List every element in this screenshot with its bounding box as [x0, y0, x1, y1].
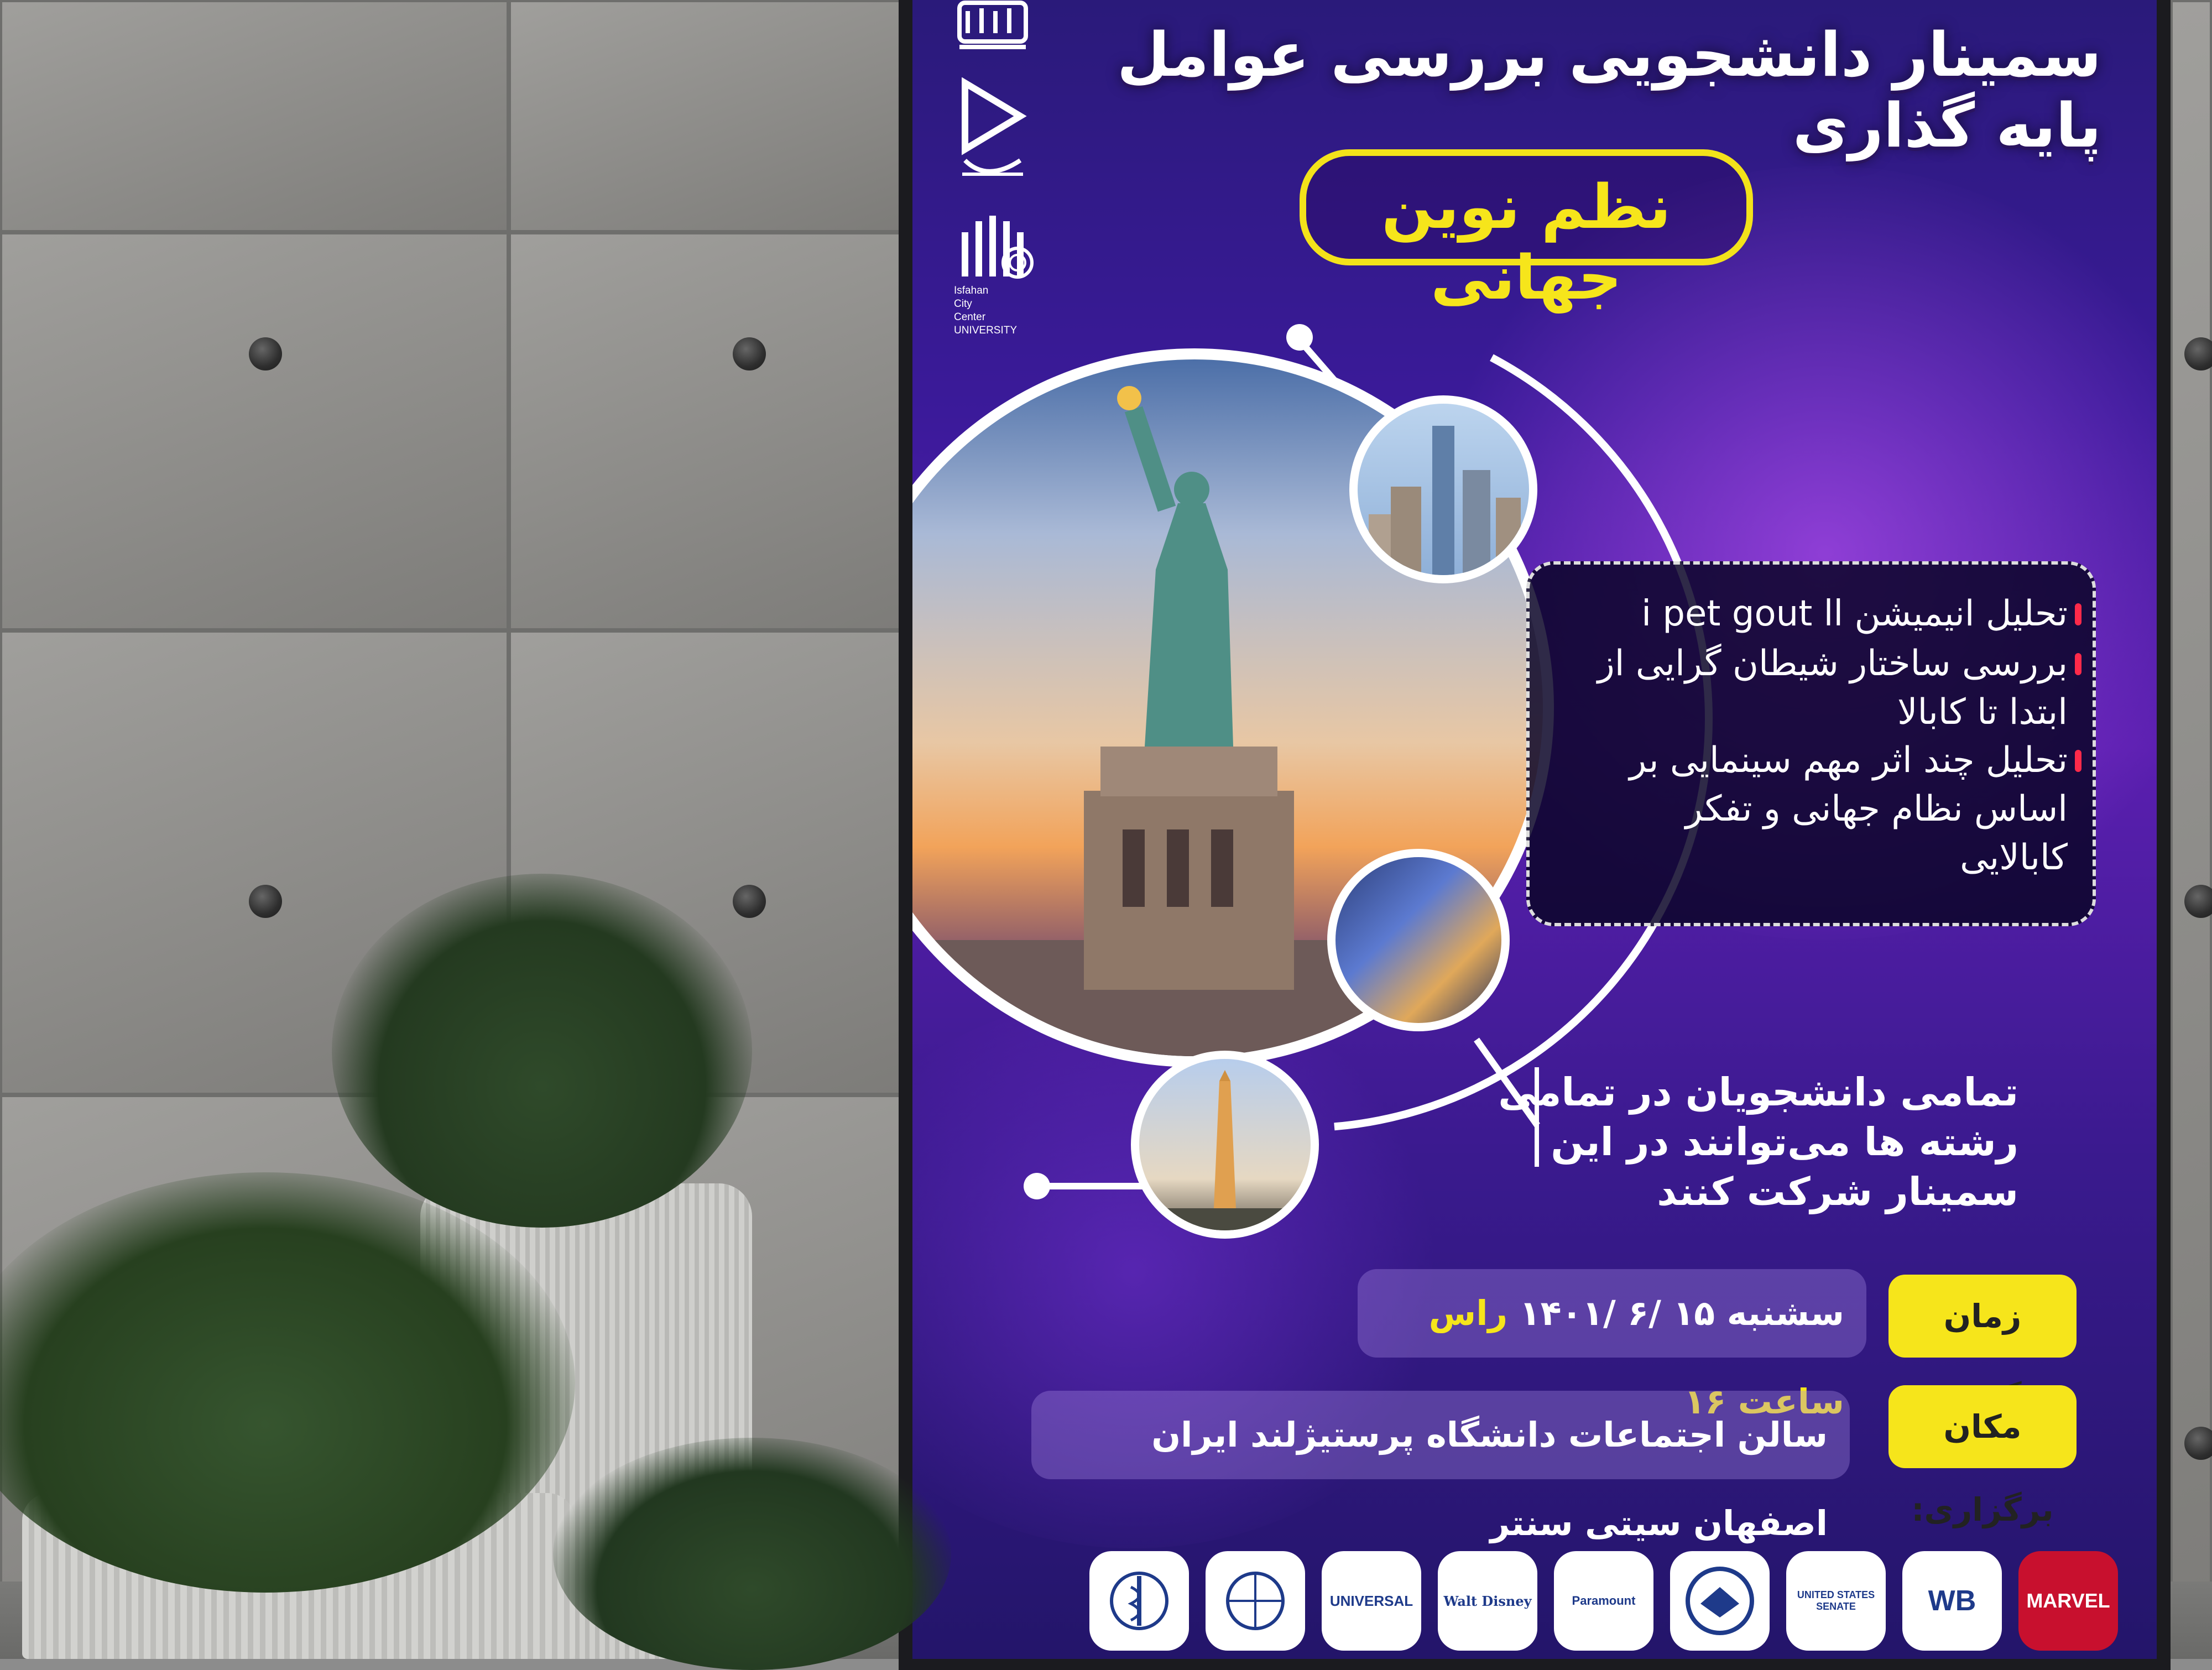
sponsor-logo-senate: UNITED STATES SENATE	[1786, 1551, 1886, 1651]
place-label: مکان برگزاری:	[1888, 1385, 2077, 1528]
sponsor-logo-universal: UNIVERSAL	[1322, 1551, 1421, 1651]
wall-bolt	[249, 337, 282, 370]
sponsor-logo-paramount: Paramount	[1554, 1551, 1653, 1651]
wall-bolt	[733, 885, 766, 918]
bullet-marker	[2075, 603, 2081, 625]
sponsor-logo-who	[1089, 1551, 1189, 1651]
wall-slab	[509, 0, 901, 232]
time-date: سشنبه ۱۵ /۶ /۱۴۰۱	[1519, 1293, 1844, 1333]
time-label: زمان برگزاری:	[1888, 1275, 2077, 1418]
sponsor-logo-marvel: MARVEL	[2018, 1551, 2118, 1651]
bullet-marker	[2075, 750, 2081, 772]
wall-slab	[2171, 0, 2212, 1659]
wall-slab	[0, 232, 509, 630]
obelisk-photo	[1139, 1059, 1311, 1230]
rosemary-plant	[553, 1438, 951, 1670]
sponsor-logo-un	[1206, 1551, 1305, 1651]
rosemary-plant	[332, 874, 752, 1228]
topic-item: بررسی ساختار شیطان گرایی از ابتدا تا کاب…	[1597, 643, 2068, 733]
topics-box: تحلیل انیمیشن i pet gout ll بررسی ساختار…	[1526, 561, 2096, 926]
topic-item: تحلیل چند اثر مهم سینمایی بر اساس نظام ج…	[1629, 740, 2068, 878]
wall-slab	[0, 0, 509, 232]
wall-slab	[509, 232, 901, 630]
place-value: سالن اجتماعات دانشگاه پرستیژلند ایران اص…	[1031, 1391, 1850, 1543]
bullet-marker	[2075, 653, 2081, 675]
seminar-poster: Isfahan City Center UNIVERSITY سمینار دا…	[912, 0, 2157, 1659]
wall-bolt	[733, 337, 766, 370]
sponsor-logo-wb: WB	[1902, 1551, 2002, 1651]
sponsor-logo-disney: Walt Disney	[1438, 1551, 1537, 1651]
topic-item: تحلیل انیمیشن i pet gout ll	[1641, 593, 2068, 634]
sponsor-logo-seal	[1670, 1551, 1770, 1651]
skyline-photo	[1358, 404, 1529, 575]
time-value: سشنبه ۱۵ /۶ /۱۴۰۱ راس ساعت ۱۶	[1358, 1269, 1866, 1422]
participants-note: تمامی دانشجویان در تمامی رشته ها می‌توان…	[1498, 1069, 2018, 1214]
city-aerial-photo	[1335, 857, 1501, 1023]
wall-bolt	[249, 885, 282, 918]
